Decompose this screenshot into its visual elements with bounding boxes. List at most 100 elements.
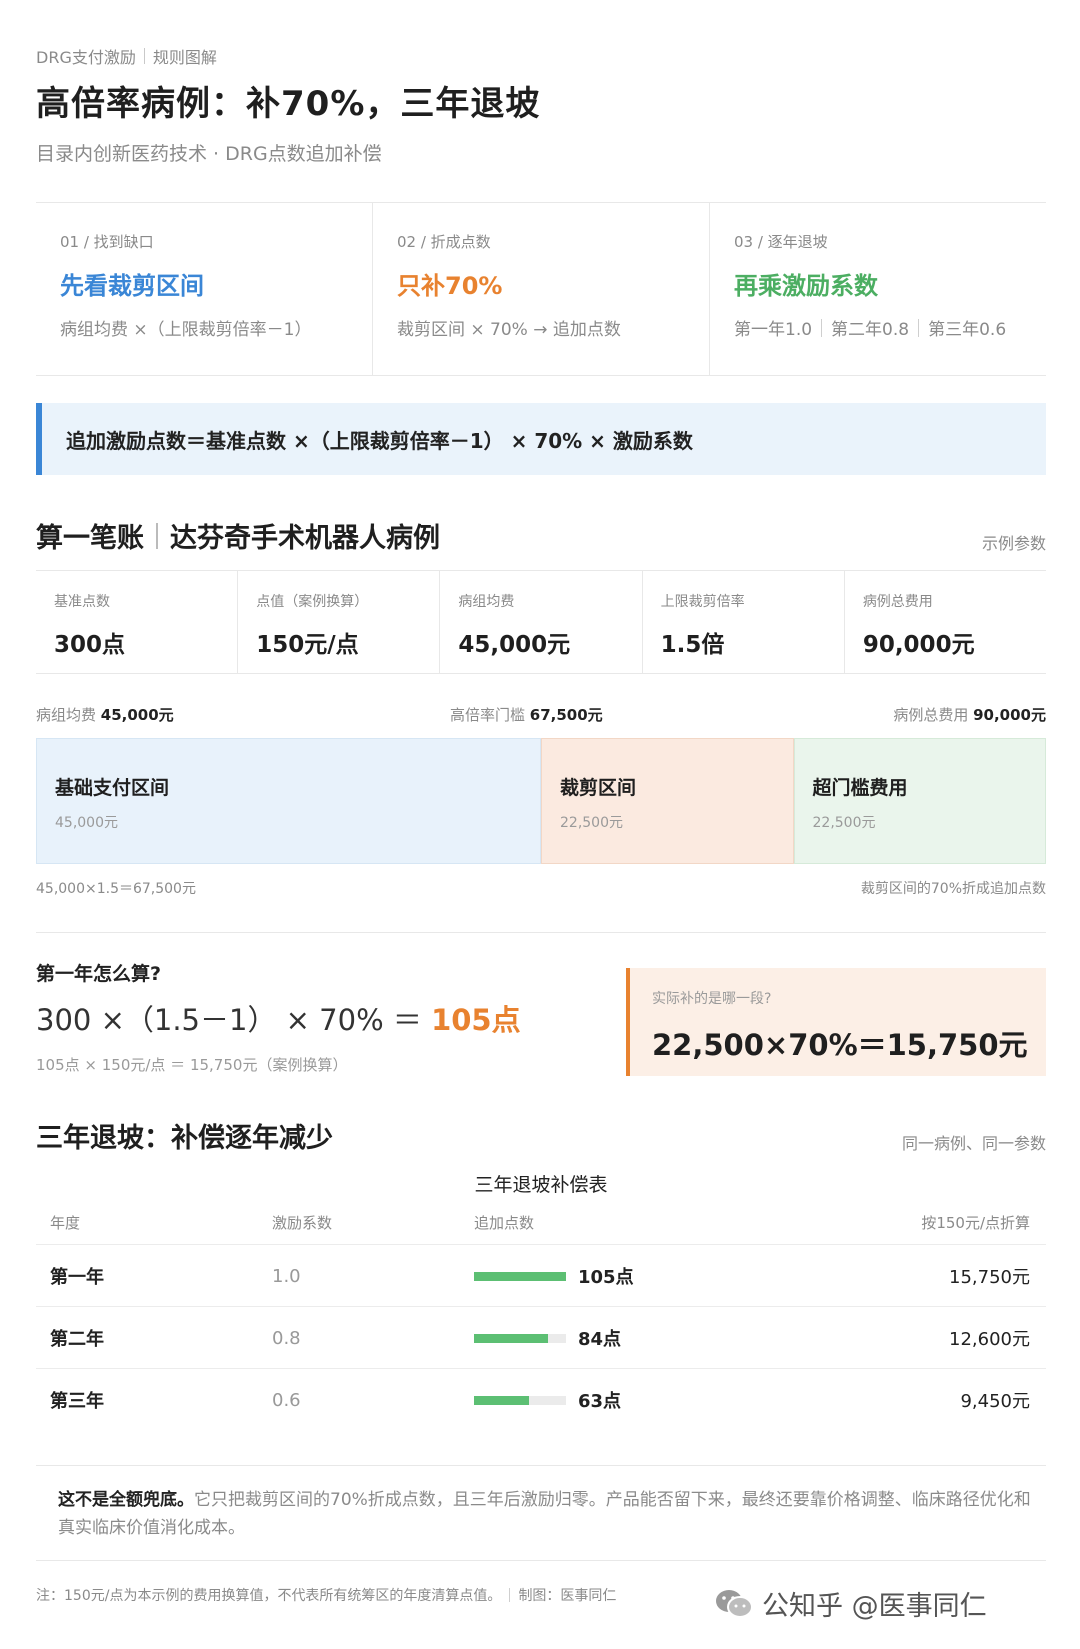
param-label: 基准点数 (54, 594, 110, 610)
step-3: 03 / 逐年退坡 再乘激励系数 第一年1.0 第二年0.8 第三年0.6 (710, 203, 1046, 375)
cell-amount: 9,450元 (960, 1391, 1030, 1412)
page-title: 高倍率病例：补70%，三年退坡 (36, 84, 541, 124)
step-2: 02 / 折成点数 只补70% 裁剪区间 × 70% → 追加点数 (373, 203, 710, 375)
points-value: 105点 (578, 1267, 634, 1288)
points-bar-track (474, 1333, 566, 1343)
col-header-year: 年度 (50, 1214, 81, 1232)
cell-coef: 1.0 (272, 1265, 301, 1287)
cell-coef: 0.8 (272, 1327, 301, 1349)
table-row: 第一年 1.0 105点 15,750元 (36, 1244, 1046, 1306)
segment-over: 超门槛费用 22,500元 (793, 738, 1046, 864)
taper-title: 三年退坡：补偿逐年减少 (36, 1123, 333, 1154)
calc-question: 第一年怎么算? (36, 963, 162, 985)
param-label: 病例总费用 (862, 594, 933, 610)
calc-equation: 300 ×（1.5－1） × 70% ＝ 105点 (36, 997, 521, 1039)
params-row: 基准点数 300点 点值（案例换算） 150元/点 病组均费 45,000元 上… (36, 570, 1046, 674)
step-desc: 病组均费 ×（上限裁剪倍率－1） (60, 320, 312, 340)
col-header-amount: 按150元/点折算 (921, 1214, 1030, 1232)
points-value: 84点 (578, 1329, 622, 1350)
callout-answer: 22,500×70%＝15,750元 (652, 1028, 1028, 1062)
coef-year-3: 第三年0.6 (928, 320, 1007, 340)
cell-points: 105点 (474, 1245, 634, 1307)
points-value: 63点 (578, 1391, 622, 1412)
axis-value: 90,000元 (973, 706, 1046, 724)
coef-year-2: 第二年0.8 (831, 320, 910, 340)
axis-label-avg: 病组均费 45,000元 (36, 704, 174, 725)
calc-conversion: 105点 × 150元/点 ＝ 15,750元（案例换算） (36, 1056, 348, 1074)
segment-amount: 22,500元 (560, 815, 623, 831)
cell-year: 第一年 (50, 1267, 104, 1288)
table-row: 第二年 0.8 84点 12,600元 (36, 1306, 1046, 1368)
formula-box: 追加激励点数＝基准点数 ×（上限裁剪倍率－1） × 70% × 激励系数 (36, 403, 1046, 475)
axis-label-threshold: 高倍率门槛 67,500元 (450, 704, 603, 725)
step-1: 01 / 找到缺口 先看裁剪区间 病组均费 ×（上限裁剪倍率－1） (36, 203, 373, 375)
bar-foot-left: 45,000×1.5＝67,500元 (36, 881, 196, 897)
divider (918, 318, 920, 337)
segment-clip: 裁剪区间 22,500元 (541, 738, 794, 864)
col-header-points: 追加点数 (474, 1214, 535, 1232)
divider (156, 522, 158, 549)
divider (36, 932, 1046, 933)
axis-prefix: 病例总费用 (893, 706, 969, 724)
param-base-points: 基准点数 300点 (36, 571, 239, 673)
cell-amount: 12,600元 (949, 1329, 1030, 1350)
axis-label-total: 病例总费用 90,000元 (893, 704, 1046, 725)
cell-coef: 0.6 (272, 1389, 301, 1411)
param-value: 45,000元 (458, 632, 571, 658)
points-bar-fill (474, 1395, 530, 1405)
col-header-coef: 激励系数 (272, 1214, 333, 1232)
taper-note: 同一病例、同一参数 (901, 1134, 1046, 1153)
watermark-text: 公知乎 @医事同仁 (762, 1591, 987, 1622)
axis-prefix: 病组均费 (36, 706, 97, 724)
divider (143, 48, 145, 64)
axis-prefix: 高倍率门槛 (450, 706, 526, 724)
step-kicker: 03 / 逐年退坡 (734, 233, 828, 251)
param-value: 150元/点 (256, 632, 359, 658)
footer-note: 注：150元/点为本示例的费用换算值，不代表所有统筹区的年度清算点值。 (36, 1588, 502, 1604)
coef-year-1: 第一年1.0 (734, 320, 813, 340)
conclusion-lead: 这不是全额兜底。 (58, 1490, 194, 1510)
page-subtitle: 目录内创新医药技术 · DRG点数追加补偿 (36, 143, 382, 165)
eyebrow-right: 规则图解 (152, 48, 217, 67)
steps-row: 01 / 找到缺口 先看裁剪区间 病组均费 ×（上限裁剪倍率－1） 02 / 折… (36, 202, 1046, 376)
case-title-right: 达芬奇手术机器人病例 (170, 523, 440, 554)
param-label: 点值（案例换算） (256, 594, 369, 610)
breadcrumb: DRG支付激励 规则图解 (36, 44, 217, 68)
step-heading: 先看裁剪区间 (60, 272, 204, 300)
callout-box: 实际补的是哪一段? 22,500×70%＝15,750元 (626, 968, 1046, 1076)
param-total-cost: 病例总费用 90,000元 (845, 571, 1046, 673)
wechat-icon (716, 1589, 753, 1618)
axis-value: 45,000元 (100, 706, 174, 724)
param-group-avg: 病组均费 45,000元 (440, 571, 643, 673)
step-heading: 再乘激励系数 (734, 272, 878, 300)
segment-base: 基础支付区间 45,000元 (36, 738, 541, 864)
divider (509, 1588, 511, 1602)
step-kicker: 01 / 找到缺口 (60, 233, 154, 251)
param-value: 300点 (54, 632, 126, 658)
points-bar-fill (474, 1333, 548, 1343)
points-bar-track (474, 1271, 566, 1281)
callout-question: 实际补的是哪一段? (652, 991, 772, 1007)
param-label: 病组均费 (458, 594, 515, 610)
case-note: 示例参数 (981, 534, 1046, 553)
step-desc: 裁剪区间 × 70% → 追加点数 (397, 320, 621, 340)
cell-points: 84点 (474, 1307, 621, 1369)
param-label: 上限裁剪倍率 (660, 594, 745, 610)
cost-bar: 基础支付区间 45,000元 裁剪区间 22,500元 超门槛费用 22,500… (36, 738, 1046, 864)
bar-foot-right: 裁剪区间的70%折成追加点数 (860, 881, 1046, 897)
axis-value: 67,500元 (529, 706, 603, 724)
cell-points: 63点 (474, 1369, 621, 1431)
segment-name: 基础支付区间 (55, 777, 170, 799)
step-heading: 只补70% (397, 272, 503, 300)
case-title-left: 算一笔账 (36, 523, 144, 554)
watermark: 公知乎 @医事同仁 (714, 1584, 987, 1623)
table-title: 三年退坡补偿表 (474, 1174, 608, 1196)
param-value: 90,000元 (862, 632, 975, 658)
points-bar-fill (474, 1271, 566, 1281)
table-row: 第三年 0.6 63点 9,450元 (36, 1368, 1046, 1430)
footer-credit: 制图：医事同仁 (518, 1588, 617, 1604)
param-cap-ratio: 上限裁剪倍率 1.5倍 (643, 571, 845, 673)
cell-year: 第三年 (50, 1391, 104, 1412)
cell-year: 第二年 (50, 1329, 104, 1350)
step-desc: 第一年1.0 第二年0.8 第三年0.6 (734, 315, 1022, 340)
